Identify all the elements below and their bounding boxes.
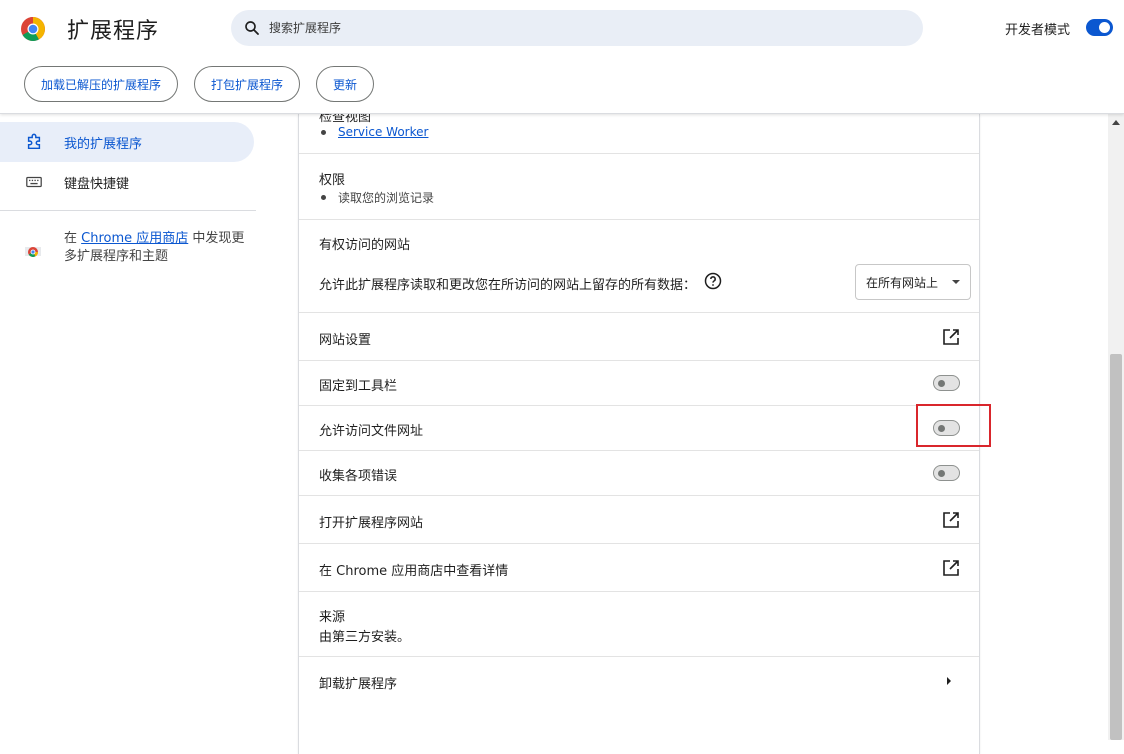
extension-icon bbox=[24, 132, 44, 152]
search-input[interactable] bbox=[267, 20, 867, 36]
sidebar-divider bbox=[0, 210, 256, 211]
view-in-store-label: 在 Chrome 应用商店中查看详情 bbox=[319, 564, 509, 579]
site-settings-row[interactable]: 网站设置 bbox=[299, 313, 979, 361]
chevron-right-icon bbox=[947, 677, 951, 685]
sidebar: 我的扩展程序 键盘快捷键 在 Chrome 应用商店 中发现更多扩展程序和主题 bbox=[0, 114, 260, 740]
web-store-icon bbox=[24, 240, 42, 258]
store-promo: 在 Chrome 应用商店 中发现更多扩展程序和主题 bbox=[24, 230, 254, 266]
sidebar-item-label: 键盘快捷键 bbox=[64, 176, 130, 192]
open-in-new-icon[interactable] bbox=[942, 511, 960, 529]
search-icon bbox=[245, 21, 259, 35]
permissions-label: 权限 bbox=[319, 173, 346, 188]
site-settings-label: 网站设置 bbox=[319, 333, 372, 348]
page-scrollbar[interactable] bbox=[1108, 114, 1124, 740]
highlight-annotation bbox=[916, 404, 991, 447]
remove-extension-label: 卸载扩展程序 bbox=[319, 677, 398, 692]
open-in-new-icon[interactable] bbox=[942, 559, 960, 577]
search-bar[interactable] bbox=[231, 10, 923, 46]
pin-toolbar-label: 固定到工具栏 bbox=[319, 379, 398, 394]
permissions-section: 权限 读取您的浏览记录 bbox=[299, 154, 979, 220]
site-access-label: 有权访问的网站 bbox=[319, 238, 411, 253]
pin-toolbar-row: 固定到工具栏 bbox=[299, 361, 979, 406]
open-in-new-icon[interactable] bbox=[942, 328, 960, 346]
action-buttons: 加载已解压的扩展程序 打包扩展程序 更新 bbox=[24, 66, 375, 102]
sidebar-item-my-extensions[interactable]: 我的扩展程序 bbox=[0, 122, 254, 162]
file-urls-label: 允许访问文件网址 bbox=[319, 424, 424, 439]
file-urls-row: 允许访问文件网址 bbox=[299, 406, 979, 451]
store-promo-text: 在 Chrome 应用商店 中发现更多扩展程序和主题 bbox=[64, 231, 245, 264]
site-access-desc: 允许此扩展程序读取和更改您在所访问的网站上留存的所有数据： bbox=[319, 278, 697, 293]
collect-errors-label: 收集各项错误 bbox=[319, 469, 398, 484]
permission-item: 读取您的浏览记录 bbox=[321, 189, 434, 206]
page-title: 扩展程序 bbox=[67, 19, 160, 44]
load-unpacked-button[interactable]: 加载已解压的扩展程序 bbox=[24, 66, 179, 102]
source-label: 来源 bbox=[319, 610, 346, 625]
open-site-row[interactable]: 打开扩展程序网站 bbox=[299, 496, 979, 544]
site-access-select[interactable]: 在所有网站上 bbox=[855, 264, 971, 300]
dev-mode-label: 开发者模式 bbox=[1005, 23, 1071, 38]
pin-toolbar-toggle[interactable] bbox=[933, 375, 960, 391]
extension-details-card: 检查视图 Service Worker 权限 读取您的浏览记录 有权访问的网站 … bbox=[298, 110, 980, 754]
collect-errors-toggle[interactable] bbox=[933, 465, 960, 481]
scroll-thumb[interactable] bbox=[1110, 354, 1122, 740]
site-access-section: 有权访问的网站 允许此扩展程序读取和更改您在所访问的网站上留存的所有数据： 在所… bbox=[299, 220, 979, 313]
sidebar-item-label: 我的扩展程序 bbox=[64, 136, 143, 152]
inspect-views-item: Service Worker bbox=[321, 125, 428, 139]
open-site-label: 打开扩展程序网站 bbox=[319, 516, 424, 531]
scroll-up-arrow-icon[interactable] bbox=[1112, 120, 1120, 125]
pack-extension-button[interactable]: 打包扩展程序 bbox=[194, 66, 301, 102]
toggle-knob bbox=[1099, 22, 1110, 33]
chrome-web-store-link[interactable]: Chrome 应用商店 bbox=[81, 231, 188, 246]
toolbar-header: 扩展程序 开发者模式 加载已解压的扩展程序 打包扩展程序 更新 bbox=[0, 0, 1124, 114]
source-value: 由第三方安装。 bbox=[319, 630, 411, 645]
keyboard-icon bbox=[24, 172, 44, 192]
view-in-store-row[interactable]: 在 Chrome 应用商店中查看详情 bbox=[299, 544, 979, 592]
sidebar-item-keyboard-shortcuts[interactable]: 键盘快捷键 bbox=[0, 162, 254, 202]
chrome-logo-icon bbox=[20, 16, 46, 42]
update-button[interactable]: 更新 bbox=[316, 66, 375, 102]
collect-errors-row: 收集各项错误 bbox=[299, 451, 979, 496]
remove-extension-row[interactable]: 卸载扩展程序 bbox=[299, 657, 979, 705]
service-worker-link[interactable]: Service Worker bbox=[338, 125, 428, 139]
help-icon[interactable] bbox=[704, 272, 722, 290]
chevron-down-icon bbox=[952, 280, 960, 284]
dev-mode-toggle[interactable] bbox=[1086, 19, 1113, 36]
source-section: 来源 由第三方安装。 bbox=[299, 592, 979, 657]
